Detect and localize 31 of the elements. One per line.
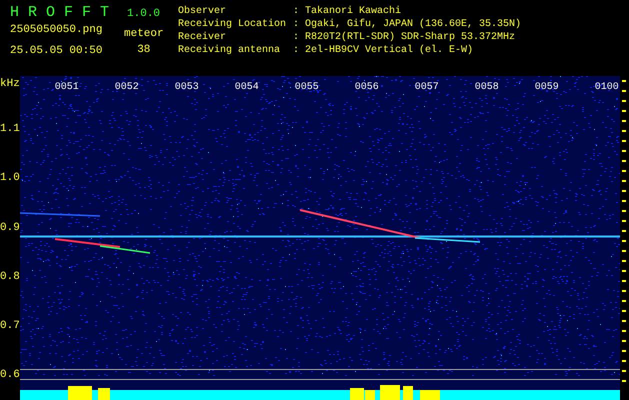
info-value: : Takanori Kawachi — [293, 5, 402, 18]
time-label: 0053 — [174, 82, 199, 95]
info-value: : R820T2(RTL-SDR) SDR-Sharp 53.372MHz — [293, 31, 516, 44]
frequency-label: 0.9 — [0, 222, 20, 234]
time-label: 0058 — [474, 82, 499, 95]
app-title: H R O F F T — [10, 4, 110, 22]
meteor-count: 38 — [137, 44, 150, 57]
time-label: 0052 — [114, 82, 139, 95]
version-label: 1.0.0 — [127, 7, 160, 22]
axis-unit: kHz — [0, 77, 20, 92]
meteor-label: meteor — [124, 28, 164, 41]
frequency-label: 1.1 — [0, 123, 20, 136]
frequency-label: 1.0 — [0, 172, 20, 184]
frequency-label: 0.6 — [0, 369, 20, 382]
time-label: 0051 — [54, 82, 79, 95]
time-label: 0059 — [534, 82, 559, 95]
time-label: 0056 — [354, 82, 379, 95]
date-time: 25.05.05 00:50 — [10, 45, 104, 58]
time-label: 0057 — [414, 82, 439, 95]
info-value: : 2el-HB9CV Vertical (el. E-W) — [293, 44, 474, 57]
time-label: 0055 — [294, 82, 319, 95]
info-label: Observer — [178, 5, 228, 18]
info-value: : Ogaki, Gifu, JAPAN (136.60E, 35.35N) — [293, 18, 522, 31]
frequency-label: 0.7 — [0, 320, 20, 332]
info-label: Receiver — [178, 31, 228, 44]
file-name: 2505050050.png — [10, 24, 104, 37]
info-label: Receiving antenna — [178, 44, 282, 57]
time-label: 0054 — [234, 82, 259, 95]
frequency-label: 0.8 — [0, 270, 20, 283]
info-label: Receiving Location — [178, 18, 288, 31]
time-label: 0100 — [594, 82, 619, 95]
